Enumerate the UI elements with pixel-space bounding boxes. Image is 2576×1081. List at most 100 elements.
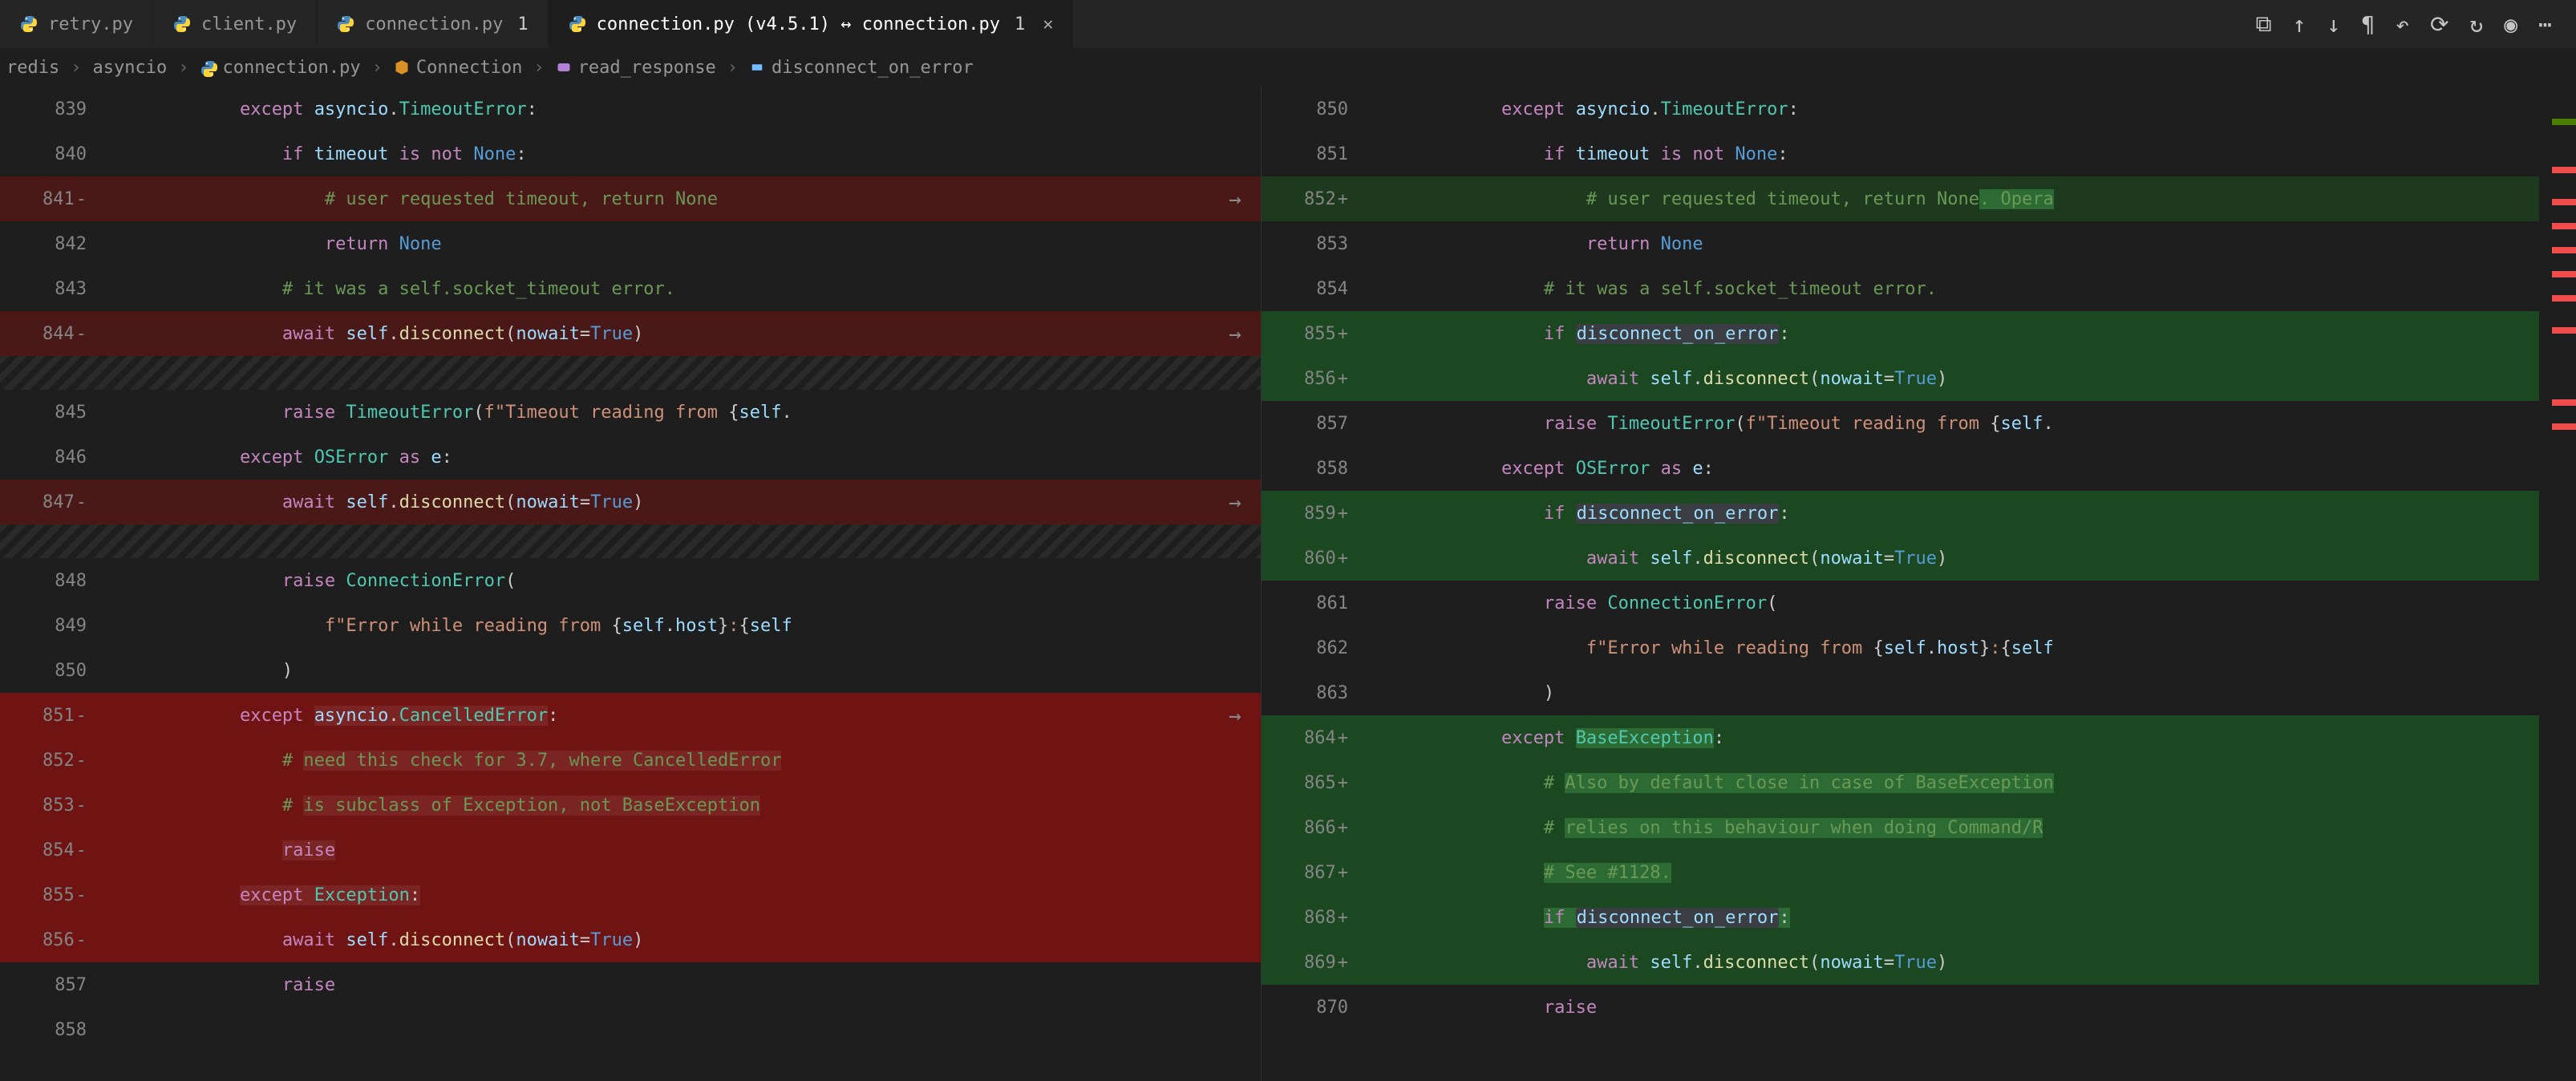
pilcrow-icon[interactable]: ¶ [2361,11,2375,38]
breadcrumb-label: redis [6,58,59,78]
arrow-up-icon[interactable]: ↑ [2293,11,2307,38]
refresh-icon[interactable]: ⟳ [2430,11,2448,38]
close-icon[interactable]: ✕ [1043,14,1053,34]
code-line[interactable]: 865+ # Also by default close in case of … [1262,760,2576,805]
breadcrumb-item[interactable]: asyncio [92,58,167,78]
code-line[interactable]: 869+ await self.disconnect(nowait=True) [1262,940,2576,985]
code-line[interactable]: 863 ) [1262,670,2576,715]
code-line[interactable]: 864+ except BaseException: [1262,715,2576,760]
code-line[interactable]: 858 [0,1007,1261,1052]
revert-icon[interactable]: ↶ [2396,11,2409,38]
editor-tab[interactable]: retry.py [0,0,153,48]
code-line[interactable]: 868+ if disconnect_on_error: [1262,895,2576,940]
code-line[interactable]: 857 raise [0,962,1261,1007]
next-icon[interactable]: ↻ [2469,11,2483,38]
code-line[interactable]: 843 # it was a self.socket_timeout error… [0,266,1261,311]
editor-tab[interactable]: client.py [153,0,317,48]
stop-icon[interactable]: ◉ [2504,11,2517,38]
overview-ruler[interactable] [2539,87,2576,1081]
line-number: 857 [1262,414,1366,434]
diff-arrow-icon[interactable]: → [1229,322,1241,346]
code-content: f"Error while reading from {self.host}:{… [1366,638,2576,658]
overview-mark[interactable] [2552,423,2576,430]
overview-mark[interactable] [2552,167,2576,173]
overview-mark[interactable] [2552,327,2576,334]
code-line[interactable]: 839 except asyncio.TimeoutError: [0,87,1261,132]
code-line[interactable]: 849 f"Error while reading from {self.hos… [0,603,1261,648]
code-line[interactable]: 845 raise TimeoutError(f"Timeout reading… [0,390,1261,435]
class-icon [394,59,410,75]
overview-mark[interactable] [2552,295,2576,302]
diff-pane-modified[interactable]: 850 except asyncio.TimeoutError:851 if t… [1261,87,2576,1081]
code-content: except asyncio.CancelledError: [104,706,1261,726]
breadcrumb-item[interactable]: read_response [556,58,716,78]
overview-mark[interactable] [2552,199,2576,205]
overview-mark[interactable] [2552,223,2576,229]
editor-tab[interactable]: connection.py (v4.5.1) ↔ connection.py1✕ [549,0,1074,48]
split-icon[interactable]: ⧉ [2256,10,2272,38]
diff-arrow-icon[interactable]: → [1229,188,1241,212]
code-line[interactable]: 851 if timeout is not None: [1262,132,2576,176]
line-number: 853- [0,796,104,816]
code-line[interactable]: 854 # it was a self.socket_timeout error… [1262,266,2576,311]
code-line[interactable]: 852+ # user requested timeout, return No… [1262,176,2576,221]
editor-tab[interactable]: connection.py1 [317,0,548,48]
code-line[interactable]: 850 except asyncio.TimeoutError: [1262,87,2576,132]
code-line[interactable]: 841- # user requested timeout, return No… [0,176,1261,221]
diff-pane-original[interactable]: 839 except asyncio.TimeoutError:840 if t… [0,87,1261,1081]
code-line[interactable]: 846 except OSError as e: [0,435,1261,480]
code-content: # user requested timeout, return None. O… [1366,189,2576,209]
code-line[interactable]: 853- # is subclass of Exception, not Bas… [0,783,1261,828]
code-line[interactable]: 870 raise [1262,985,2576,1030]
code-content: if disconnect_on_error: [1366,324,2576,344]
code-line[interactable] [0,524,1261,558]
code-line[interactable]: 852- # need this check for 3.7, where Ca… [0,738,1261,783]
code-content: raise [1366,998,2576,1018]
overview-mark[interactable] [2552,271,2576,277]
more-icon[interactable]: ⋯ [2538,11,2552,38]
diff-editor: 839 except asyncio.TimeoutError:840 if t… [0,87,2576,1081]
code-line[interactable]: 861 raise ConnectionError( [1262,581,2576,626]
overview-mark[interactable] [2552,247,2576,253]
breadcrumb-item[interactable]: redis [6,58,59,78]
diff-arrow-icon[interactable]: → [1229,491,1241,515]
code-line[interactable]: 858 except OSError as e: [1262,446,2576,491]
code-content: raise [104,840,1261,860]
code-line[interactable]: 856- await self.disconnect(nowait=True) [0,917,1261,962]
code-line[interactable]: 854- raise [0,828,1261,872]
code-content: except BaseException: [1366,728,2576,748]
arrow-down-icon[interactable]: ↓ [2327,11,2340,38]
code-line[interactable]: 847- await self.disconnect(nowait=True) [0,480,1261,524]
code-content: return None [104,234,1261,254]
code-content: # See #1128. [1366,863,2576,883]
code-line[interactable]: 850 ) [0,648,1261,693]
code-content: except asyncio.TimeoutError: [1366,99,2576,119]
code-line[interactable]: 842 return None [0,221,1261,266]
code-line[interactable]: 862 f"Error while reading from {self.hos… [1262,626,2576,670]
diff-arrow-icon[interactable]: → [1229,704,1241,728]
breadcrumb-item[interactable]: Connection [394,58,522,78]
code-line[interactable]: 848 raise ConnectionError( [0,558,1261,603]
code-line[interactable]: 840 if timeout is not None: [0,132,1261,176]
code-line[interactable]: 844- await self.disconnect(nowait=True) [0,311,1261,356]
code-content: raise ConnectionError( [104,571,1261,591]
code-line[interactable] [0,356,1261,390]
code-line[interactable]: 857 raise TimeoutError(f"Timeout reading… [1262,401,2576,446]
code-line[interactable]: 860+ await self.disconnect(nowait=True) [1262,536,2576,581]
overview-mark[interactable] [2552,119,2576,125]
code-content: await self.disconnect(nowait=True) [104,492,1261,512]
code-line[interactable]: 867+ # See #1128. [1262,850,2576,895]
code-line[interactable] [1262,1030,2576,1075]
tab-label: connection.py (v4.5.1) ↔ connection.py [597,14,1000,34]
modified-indicator: 1 [517,14,528,34]
breadcrumb-item[interactable]: connection.py [200,58,360,78]
code-line[interactable]: 855- except Exception: [0,872,1261,917]
code-line[interactable]: 856+ await self.disconnect(nowait=True) [1262,356,2576,401]
code-line[interactable]: 859+ if disconnect_on_error: [1262,491,2576,536]
code-line[interactable]: 851- except asyncio.CancelledError: [0,693,1261,738]
breadcrumb-item[interactable]: disconnect_on_error [749,58,974,78]
code-line[interactable]: 866+ # relies on this behaviour when doi… [1262,805,2576,850]
code-line[interactable]: 853 return None [1262,221,2576,266]
code-line[interactable]: 855+ if disconnect_on_error: [1262,311,2576,356]
overview-mark[interactable] [2552,399,2576,406]
